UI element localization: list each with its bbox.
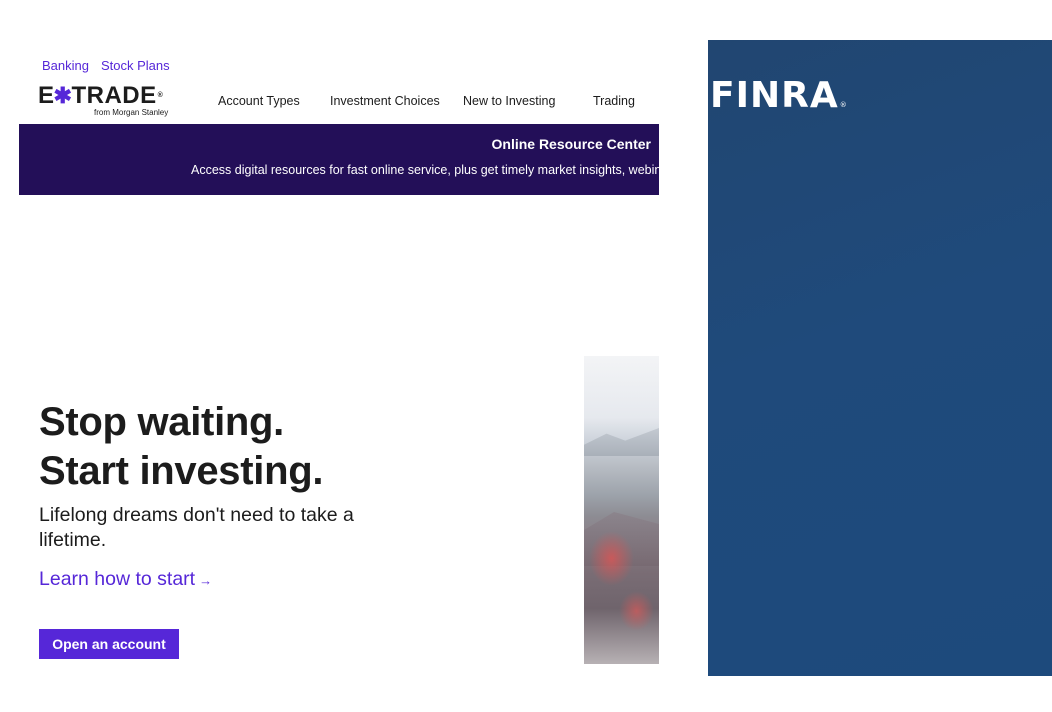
stock-plans-link[interactable]: Stock Plans bbox=[101, 58, 170, 73]
nav-item-trading[interactable]: Trading bbox=[593, 94, 635, 108]
learn-link-label: Learn how to start bbox=[39, 568, 196, 590]
hero-headline-line-1: Stop waiting. bbox=[39, 400, 284, 444]
finra-logo[interactable]: FINRA® bbox=[710, 78, 848, 123]
etrade-page: Banking Stock Plans E ✱ TRADE ® from Morgan… bbox=[19, 0, 659, 712]
hero-subheadline: Lifelong dreams don't need to take a lif… bbox=[39, 504, 354, 551]
finra-registered-mark: ® bbox=[839, 101, 848, 109]
hero-headline-line-2: Start investing. bbox=[39, 449, 324, 493]
etrade-logo[interactable]: E ✱ TRADE ® from Morgan Stanley bbox=[38, 84, 178, 120]
banking-link[interactable]: Banking bbox=[42, 58, 89, 73]
nav-item-new-to-investing[interactable]: New to Investing bbox=[463, 94, 555, 108]
nav-item-investment-choices[interactable]: Investment Choices bbox=[330, 94, 440, 108]
finra-panel: FINRA® bbox=[708, 40, 1052, 676]
mountain-ridge bbox=[584, 428, 659, 456]
logo-registered-mark: ® bbox=[157, 92, 164, 99]
open-account-button[interactable]: Open an account bbox=[39, 629, 179, 659]
logo-letters-trade: TRADE bbox=[71, 82, 157, 109]
red-light-glow bbox=[589, 531, 634, 586]
logo-wordmark: E ✱ TRADE ® bbox=[38, 84, 178, 108]
hero-landscape-image bbox=[584, 356, 659, 664]
utility-nav: Banking Stock Plans bbox=[42, 58, 170, 73]
nav-item-account-types[interactable]: Account Types bbox=[218, 94, 300, 108]
banner-description: Access digital resources for fast online… bbox=[191, 163, 659, 177]
finra-wordmark: FINRA bbox=[710, 75, 839, 116]
arrow-right-icon: → bbox=[199, 573, 213, 588]
logo-tagline: from Morgan Stanley bbox=[94, 108, 169, 117]
learn-how-to-start-link[interactable]: Learn how to start → bbox=[39, 568, 212, 591]
screen: Banking Stock Plans E ✱ TRADE ® from Morgan… bbox=[0, 0, 1052, 712]
logo-star-icon: ✱ bbox=[53, 83, 73, 108]
logo-letter-e: E bbox=[38, 82, 55, 109]
banner-title: Online Resource Center bbox=[491, 136, 652, 152]
hero-headline: Stop waiting. Start investing. bbox=[39, 398, 323, 496]
red-light-glow bbox=[619, 591, 654, 631]
online-resource-banner: Online Resource Center Access digital re… bbox=[19, 124, 659, 195]
